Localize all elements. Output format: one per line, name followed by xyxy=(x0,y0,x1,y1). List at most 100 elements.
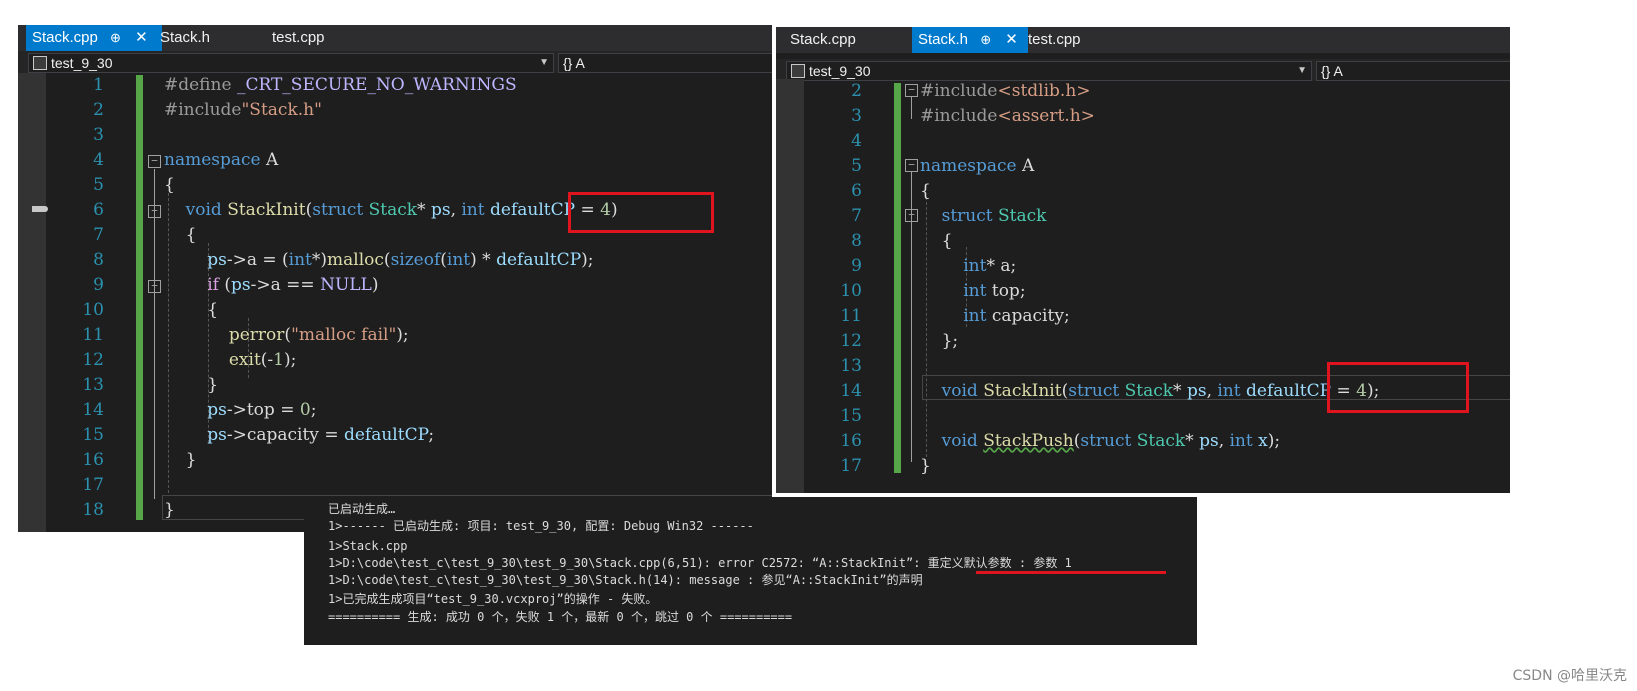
line-number: 13 xyxy=(840,356,862,376)
line-number: 12 xyxy=(82,350,104,370)
scope-dropdown[interactable]: {} A xyxy=(558,53,772,73)
project-icon xyxy=(33,56,47,70)
output-window[interactable]: 已启动生成… 1>------ 已启动生成: 项目: test_9_30, 配置… xyxy=(304,497,1197,645)
line-number: 11 xyxy=(840,306,862,326)
tab-test-cpp[interactable]: test.cpp xyxy=(1022,27,1081,53)
line-number: 15 xyxy=(840,406,862,426)
line-number: 8 xyxy=(93,250,104,270)
project-name: test_9_30 xyxy=(51,55,113,71)
indicator-margin xyxy=(18,73,46,532)
line-number: 12 xyxy=(840,331,862,351)
code-line-1: #define _CRT_SECURE_NO_WARNINGS xyxy=(164,75,517,95)
code-line-8: ps->a = (int*)malloc(sizeof(int) * defau… xyxy=(207,250,594,270)
pin-icon[interactable]: ⊕ xyxy=(980,27,991,53)
code-line-7: { xyxy=(164,225,197,245)
project-dropdown[interactable]: test_9_30 ▼ xyxy=(28,53,554,73)
right-code-area[interactable]: 2 3 4 5 6 7 8 9 10 11 12 13 14 15 16 17 − − − #include<… xyxy=(776,79,1510,493)
line-number: 18 xyxy=(82,500,104,520)
chevron-down-icon: ▼ xyxy=(1297,65,1307,76)
fold-line xyxy=(154,169,155,499)
output-line: 1>Stack.cpp xyxy=(328,539,408,553)
line-number: 8 xyxy=(851,231,862,251)
chevron-down-icon: ▼ xyxy=(539,57,549,68)
line-number: 4 xyxy=(851,131,862,151)
line-number: 17 xyxy=(840,456,862,476)
watermark: CSDN @哈里沃克 xyxy=(1512,668,1627,684)
code-line-8: { xyxy=(920,231,953,251)
output-line-error[interactable]: 1>D:\code\test_c\test_9_30\test_9_30\Sta… xyxy=(328,555,1072,572)
line-number: 1 xyxy=(93,75,104,95)
line-number: 7 xyxy=(93,225,104,245)
breakpoint-arrow-icon xyxy=(32,206,48,212)
code-line-10: int top; xyxy=(963,281,1026,301)
error-highlight-box xyxy=(1327,362,1469,413)
project-name: test_9_30 xyxy=(809,63,871,79)
code-line-6: { xyxy=(920,181,931,201)
code-line-2: #include"Stack.h" xyxy=(164,100,322,120)
line-number: 6 xyxy=(851,181,862,201)
line-number: 13 xyxy=(82,375,104,395)
tab-stack-h[interactable]: Stack.h xyxy=(154,25,210,51)
code-line-3: #include<assert.h> xyxy=(920,106,1095,126)
change-bar xyxy=(894,83,901,473)
code-line-9: if (ps->a == NULL) xyxy=(207,275,379,295)
code-line-4: namespace A xyxy=(164,150,279,170)
line-number: 17 xyxy=(82,475,104,495)
line-number: 16 xyxy=(82,450,104,470)
code-line-5: { xyxy=(164,175,175,195)
code-line-5: namespace A xyxy=(920,156,1035,176)
line-number: 3 xyxy=(851,106,862,126)
code-line-17: } xyxy=(920,456,931,476)
code-line-9: int* a; xyxy=(963,256,1017,276)
fold-toggle-icon[interactable]: − xyxy=(905,159,918,172)
tab-stack-cpp[interactable]: Stack.cpp ⊕ ✕ xyxy=(26,25,162,51)
line-number: 15 xyxy=(82,425,104,445)
project-dropdown[interactable]: test_9_30 ▼ xyxy=(786,61,1312,81)
code-line-6: void StackInit(struct Stack* ps, int def… xyxy=(185,200,618,220)
output-line-message[interactable]: 1>D:\code\test_c\test_9_30\test_9_30\Sta… xyxy=(328,572,923,589)
tab-label: test.cpp xyxy=(1028,31,1081,48)
error-highlight-box xyxy=(568,192,714,233)
line-number: 14 xyxy=(82,400,104,420)
pin-icon[interactable]: ⊕ xyxy=(110,25,121,51)
fold-toggle-icon[interactable]: − xyxy=(148,155,161,168)
line-number: 9 xyxy=(93,275,104,295)
right-editor-pane: Stack.cpp Stack.h ⊕ ✕ test.cpp test_9_30… xyxy=(776,27,1510,493)
left-tab-bar: Stack.cpp ⊕ ✕ Stack.h test.cpp xyxy=(18,25,772,51)
scope-dropdown[interactable]: {} A xyxy=(1316,61,1510,81)
line-number: 11 xyxy=(82,325,104,345)
tab-stack-h[interactable]: Stack.h ⊕ ✕ xyxy=(912,27,1028,53)
code-line-11: perror("malloc fail"); xyxy=(228,325,409,345)
fold-line xyxy=(911,172,912,462)
error-underline xyxy=(976,571,1166,574)
code-line-11: int capacity; xyxy=(963,306,1070,326)
tab-stack-cpp[interactable]: Stack.cpp xyxy=(784,27,856,53)
output-line: 1>------ 已启动生成: 项目: test_9_30, 配置: Debug… xyxy=(328,519,754,533)
code-line-13: } xyxy=(164,375,219,395)
indicator-margin xyxy=(776,79,804,493)
line-number: 16 xyxy=(840,431,862,451)
line-number: 7 xyxy=(851,206,862,226)
tab-label: test.cpp xyxy=(272,29,325,46)
right-nav-bar: test_9_30 ▼ {} A xyxy=(776,59,1510,81)
close-icon[interactable]: ✕ xyxy=(1005,27,1018,53)
project-icon xyxy=(791,64,805,78)
tab-label: Stack.cpp xyxy=(32,29,98,46)
line-number: 3 xyxy=(93,125,104,145)
code-line-14: void StackInit(struct Stack* ps, int def… xyxy=(941,381,1380,401)
line-number: 4 xyxy=(93,150,104,170)
close-icon[interactable]: ✕ xyxy=(135,25,148,51)
code-line-2: #include<stdlib.h> xyxy=(920,81,1091,101)
line-number: 5 xyxy=(851,156,862,176)
tab-label: Stack.h xyxy=(160,29,211,46)
code-line-12: }; xyxy=(920,331,959,351)
code-line-10: { xyxy=(164,300,219,320)
left-code-area[interactable]: 1 2 3 4 5 6 7 8 9 10 11 12 13 14 15 16 17 18 − − − #defin… xyxy=(18,73,772,532)
fold-toggle-icon[interactable]: − xyxy=(905,84,918,97)
line-number: 9 xyxy=(851,256,862,276)
line-number: 5 xyxy=(93,175,104,195)
left-editor-pane: Stack.cpp ⊕ ✕ Stack.h test.cpp test_9_30… xyxy=(18,25,772,532)
tab-test-cpp[interactable]: test.cpp xyxy=(266,25,325,51)
code-line-12: exit(-1); xyxy=(228,350,297,370)
line-number: 2 xyxy=(851,81,862,101)
